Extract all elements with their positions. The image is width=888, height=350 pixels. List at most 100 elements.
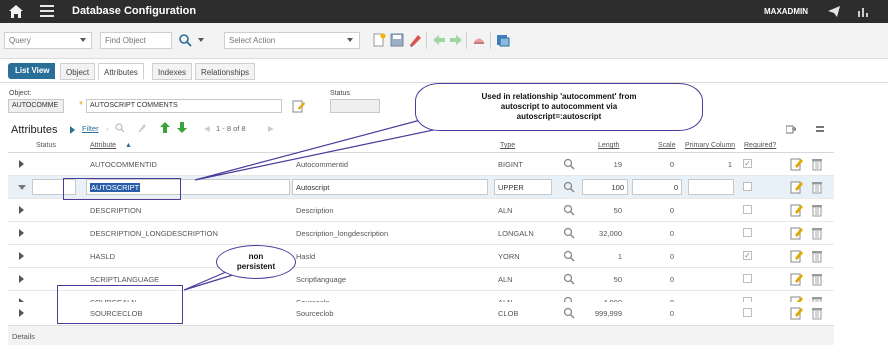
table-row[interactable]: DESCRIPTION_LONGDESCRIPTION Description_… [8,222,834,245]
expand-row-icon[interactable] [19,275,24,283]
primary-column-input[interactable] [688,179,734,195]
clear-changes-icon[interactable] [408,33,422,47]
col-primary-column[interactable]: Primary Column [685,142,735,149]
status-label: Status [330,90,350,97]
expand-row-icon[interactable] [19,160,24,168]
collapse-row-icon[interactable] [18,185,26,190]
filter-chevron-icon[interactable]: › [106,124,109,133]
type-cell: CLOB [498,309,519,318]
col-attribute[interactable]: Attribute [90,142,116,149]
required-checkbox[interactable]: ✓ [743,251,752,260]
col-scale[interactable]: Scale [658,142,676,149]
edit-icon[interactable] [790,272,803,286]
col-required[interactable]: Required? [744,142,776,149]
required-checkbox[interactable] [743,182,752,191]
expand-row-icon[interactable] [19,206,24,214]
select-action-arrow[interactable] [347,38,353,42]
required-checkbox[interactable] [743,308,752,317]
save-icon[interactable] [390,33,404,47]
next-record-icon[interactable] [449,33,463,47]
delete-icon[interactable] [811,180,823,194]
filter-link[interactable]: Filter [82,124,99,133]
tab-attributes[interactable]: Attributes [98,63,144,80]
query-dropdown-arrow[interactable] [80,38,86,42]
description-field[interactable]: AUTOSCRIPT COMMENTS [86,99,282,113]
query-select[interactable] [4,32,92,49]
attribute-cell: AUTOCOMMENTID [90,160,157,169]
scale-cell: 0 [669,160,674,169]
prev-page-icon[interactable]: ◀ [204,124,210,133]
send-icon[interactable] [828,6,840,17]
collapse-table-icon[interactable] [816,126,824,132]
tab-list-view[interactable]: List View [8,63,55,79]
tab-indexes[interactable]: Indexes [152,63,193,80]
edit-icon[interactable] [790,180,803,194]
edit-icon[interactable] [790,306,803,320]
delete-icon[interactable] [811,226,823,240]
toolbar [0,23,888,59]
scale-cell: 0 [669,252,674,261]
edit-icon[interactable] [790,226,803,240]
delete-icon[interactable] [811,272,823,286]
status-field[interactable] [330,99,380,113]
tab-relationships[interactable]: Relationships [195,63,256,80]
delete-icon[interactable] [811,203,823,217]
download-icon[interactable] [786,125,796,134]
col-status: Status [36,142,56,149]
reports-icon[interactable] [858,7,868,17]
menu-icon[interactable] [40,5,54,17]
home-icon[interactable] [8,4,24,19]
scale-cell: 0 [669,206,674,215]
delete-icon[interactable] [811,249,823,263]
delete-icon[interactable] [811,306,823,320]
sort-up-icon[interactable] [160,122,170,133]
required-checkbox[interactable] [743,274,752,283]
tab-object[interactable]: Object [60,63,96,80]
required-checkbox[interactable] [743,228,752,237]
next-page-icon[interactable]: ▶ [268,124,274,133]
required-checkbox[interactable] [743,205,752,214]
table-row[interactable]: HASLD Hasld YORN 1 0 ✓ [8,245,834,268]
new-record-icon[interactable] [372,33,386,47]
expand-row-icon[interactable] [19,229,24,237]
edit-icon[interactable] [790,203,803,217]
table-row[interactable]: DESCRIPTION Description ALN 50 0 [8,199,834,222]
expand-row-icon[interactable] [19,252,24,260]
length-input[interactable]: 100 [582,179,628,195]
bulletin-icon[interactable] [472,33,486,47]
type-lookup-icon[interactable] [563,181,575,193]
delete-icon[interactable] [811,157,823,171]
object-field[interactable]: AUTOCOMME [8,99,64,113]
search-options-arrow[interactable] [198,38,204,42]
type-input[interactable]: UPPER [494,179,552,195]
title-input[interactable]: Autoscript [292,179,488,195]
long-description-icon[interactable] [292,100,306,113]
attribute-cell: HASLD [90,252,116,261]
grid-search-icon[interactable] [115,123,125,133]
search-icon[interactable] [178,33,192,47]
sort-down-icon[interactable] [177,122,187,133]
clear-filter-icon[interactable] [137,123,147,133]
relationship-callout: Used in relationship 'autocomment' from … [415,83,703,131]
table-row[interactable]: AUTOCOMMENTID Autocommentid BIGINT 19 0 … [8,153,834,176]
filter-arrow-icon[interactable] [70,126,75,134]
database-icon[interactable] [496,33,510,47]
col-length[interactable]: Length [598,142,619,149]
type-cell: LONGALN [498,229,534,238]
top-bar: Database Configuration MAXADMIN [0,0,888,23]
col-type[interactable]: Type [500,142,515,149]
title-cell: Description_longdescription [296,229,389,238]
source-fields-highlight-box [57,285,183,324]
type-cell: YORN [498,252,520,261]
scale-input[interactable]: 0 [632,179,682,195]
select-action-input[interactable] [224,32,360,49]
user-name[interactable]: MAXADMIN [764,7,808,16]
previous-record-icon[interactable] [432,33,446,47]
expand-row-icon[interactable] [19,309,24,317]
edit-icon[interactable] [790,157,803,171]
find-object-input[interactable] [100,32,172,49]
edit-icon[interactable] [790,249,803,263]
required-checkbox[interactable]: ✓ [743,159,752,168]
title-cell: Autocommentid [296,160,349,169]
details-section[interactable]: Details [8,325,834,345]
